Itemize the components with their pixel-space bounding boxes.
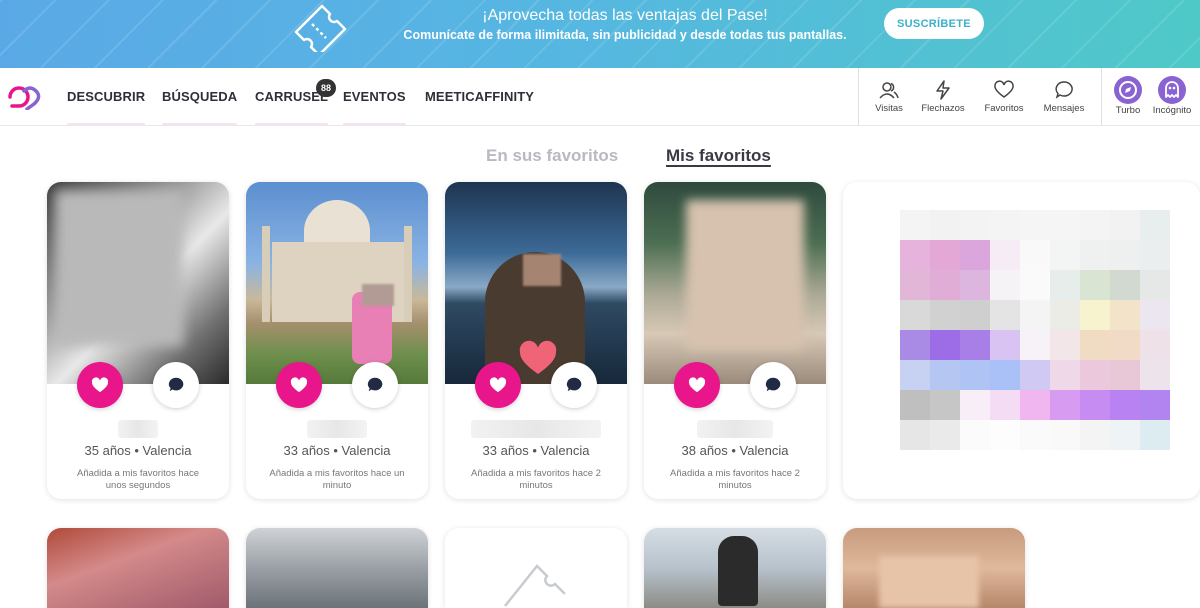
favorite-button[interactable] — [475, 362, 521, 408]
favorites-button[interactable]: Favoritos — [974, 80, 1034, 114]
age-location: 35 años • Valencia — [84, 443, 192, 458]
blurred-name — [307, 420, 367, 438]
profile-photo[interactable] — [445, 182, 627, 384]
messages-button[interactable]: Mensajes — [1034, 80, 1094, 114]
profile-card[interactable]: 35 años • Valencia Añadida a mis favorit… — [47, 182, 229, 499]
nav-item-label: DESCUBRIR — [67, 89, 146, 104]
blurred-face — [879, 556, 979, 608]
favorites-tabs: En sus favoritos Mis favoritos — [0, 146, 1200, 168]
nav-underline — [255, 123, 329, 126]
carrusel-count-badge: 88 — [316, 79, 336, 97]
flechazos-button[interactable]: Flechazos — [913, 80, 973, 114]
age-location: 33 años • Valencia — [283, 443, 391, 458]
favorite-button[interactable] — [276, 362, 322, 408]
nav-underline — [162, 123, 238, 126]
favorites-label: Favoritos — [984, 103, 1024, 114]
profile-card[interactable]: 33 años • Valencia Añadida a mis favorit… — [246, 182, 428, 499]
message-button[interactable] — [750, 362, 796, 408]
profile-card[interactable] — [843, 528, 1025, 608]
nav-item-descubrir[interactable]: DESCUBRIR — [67, 89, 146, 126]
nav-item-eventos[interactable]: EVENTOS — [343, 89, 406, 126]
favorite-button[interactable] — [77, 362, 123, 408]
nav-item-label: BÚSQUEDA — [162, 89, 238, 104]
blurred-name — [118, 420, 158, 438]
blurred-face — [686, 200, 804, 350]
visits-label: Visitas — [875, 103, 903, 114]
blurred-face — [362, 284, 394, 306]
minaret-shape — [262, 226, 270, 322]
age-location: 38 años • Valencia — [681, 443, 789, 458]
compass-icon — [1114, 76, 1142, 104]
message-button[interactable] — [551, 362, 597, 408]
heart-outline-icon — [994, 80, 1014, 98]
profile-card[interactable] — [644, 528, 826, 608]
banner-subtitle: Comunícate de forma ilimitada, sin publi… — [403, 28, 847, 42]
profile-photo[interactable] — [47, 182, 229, 384]
added-timestamp: Añadida a mis favoritos hace 2 minutos — [670, 468, 800, 491]
profile-card[interactable] — [445, 528, 627, 608]
heart-icon — [489, 377, 507, 393]
chat-bubble-icon — [566, 377, 582, 392]
chat-bubble-icon — [765, 377, 781, 392]
added-timestamp: Añadida a mis favoritos hace 2 minutos — [471, 468, 601, 491]
incognito-label: Incógnito — [1152, 105, 1192, 116]
blurred-name — [471, 420, 601, 438]
blurred-name — [697, 420, 773, 438]
nav-item-meeticaffinity[interactable]: MEETICAFFINITY — [425, 89, 534, 104]
added-timestamp: Añadida a mis favoritos hace unos segund… — [77, 468, 199, 491]
profile-card[interactable] — [246, 528, 428, 608]
heart-icon — [91, 377, 109, 393]
blurred-face — [55, 190, 183, 346]
chat-bubble-icon — [168, 377, 184, 392]
top-navigation: DESCUBRIR BÚSQUEDA CARRUSEL 88 EVENTOS M… — [0, 68, 1200, 126]
nav-item-label: EVENTOS — [343, 89, 406, 104]
incognito-button[interactable]: Incógnito — [1142, 76, 1200, 116]
messages-label: Mensajes — [1043, 103, 1085, 114]
ad-card[interactable] — [843, 182, 1200, 499]
promo-banner: ¡Aprovecha todas las ventajas del Pase! … — [0, 0, 1200, 68]
favorite-button[interactable] — [674, 362, 720, 408]
tab-mis-favoritos[interactable]: Mis favoritos — [666, 146, 771, 166]
meetic-logo-icon[interactable] — [6, 82, 44, 110]
minaret-shape — [404, 226, 412, 322]
bolt-icon — [936, 80, 950, 100]
ticket-icon — [504, 564, 566, 607]
ghost-icon — [1158, 76, 1186, 104]
blurred-face — [523, 254, 561, 286]
profile-card[interactable] — [47, 528, 229, 608]
ticket-icon — [294, 4, 347, 52]
message-button[interactable] — [352, 362, 398, 408]
chat-bubble-icon — [367, 377, 383, 392]
visits-button[interactable]: Visitas — [859, 80, 919, 114]
tab-en-sus-favoritos[interactable]: En sus favoritos — [486, 146, 618, 166]
profile-photo[interactable] — [246, 182, 428, 384]
pixelated-image — [900, 210, 1170, 452]
heart-icon — [688, 377, 706, 393]
chat-bubble-icon — [1055, 81, 1073, 99]
nav-underline — [343, 123, 406, 126]
subscribe-button[interactable]: SUSCRÍBETE — [884, 8, 984, 39]
nav-item-label: MEETICAFFINITY — [425, 89, 535, 104]
age-location: 33 años • Valencia — [482, 443, 590, 458]
nav-item-busqueda[interactable]: BÚSQUEDA — [162, 89, 238, 126]
profile-card[interactable]: 33 años • Valencia Añadida a mis favorit… — [445, 182, 627, 499]
profile-photo[interactable] — [644, 182, 826, 384]
banner-title: ¡Aprovecha todas las ventajas del Pase! — [482, 7, 768, 24]
people-icon — [879, 82, 899, 99]
heart-icon — [290, 377, 308, 393]
nav-underline — [67, 123, 146, 126]
profile-card[interactable]: 38 años • Valencia Añadida a mis favorit… — [644, 182, 826, 499]
added-timestamp: Añadida a mis favoritos hace un minuto — [269, 468, 405, 491]
message-button[interactable] — [153, 362, 199, 408]
flechazos-label: Flechazos — [921, 103, 965, 114]
